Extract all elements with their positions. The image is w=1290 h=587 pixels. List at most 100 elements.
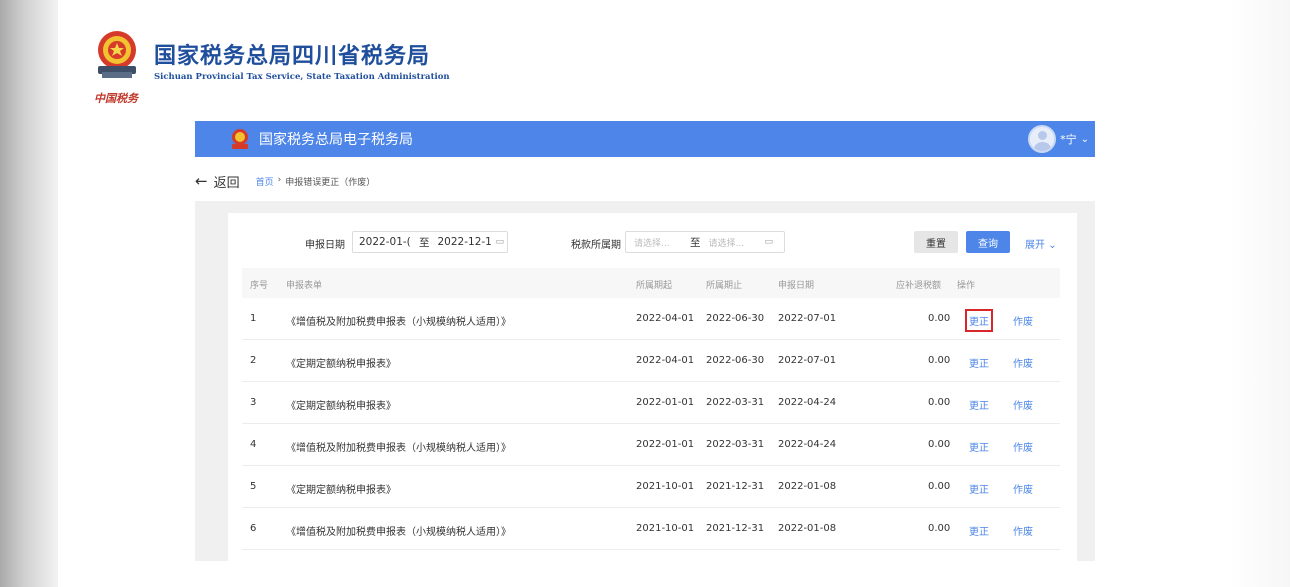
period-label: 税款所属期	[571, 240, 621, 251]
void-link[interactable]: 作废	[1013, 439, 1033, 454]
row-amount: 0.00	[928, 397, 951, 408]
table-row: 1 《增值税及附加税费申报表（小规模纳税人适用）》 2022-04-01 2022-0…	[242, 298, 1060, 340]
query-button[interactable]: 查询	[966, 231, 1010, 253]
row-period-end: 2022-03-31	[706, 439, 765, 450]
app-title: 国家税务总局电子税务局	[259, 132, 413, 148]
content-panel: 申报日期 2022-01-( 至 2022-12-1 ▭ 税款所属期 请选择..…	[228, 213, 1077, 561]
row-period-end: 2021-12-31	[706, 523, 765, 534]
user-menu[interactable]: *宁 ⌄	[1028, 125, 1089, 153]
table-header: 序号 申报表单 所属期起 所属期止 申报日期 应补退税额 操作	[242, 268, 1060, 298]
row-form-name: 《定期定额纳税申报表》	[286, 359, 396, 370]
void-link[interactable]: 作废	[1013, 481, 1033, 496]
row-form-name: 《定期定额纳税申报表》	[286, 485, 396, 496]
app-topbar: 国家税务总局电子税务局 *宁 ⌄	[195, 121, 1095, 157]
chevron-down-icon[interactable]: ⌄	[1048, 240, 1056, 251]
table-row: 3 《定期定额纳税申报表》 2022-01-01 2022-03-31 2022-04-…	[242, 382, 1060, 424]
row-index: 3	[250, 397, 257, 408]
void-link[interactable]: 作废	[1013, 523, 1033, 538]
breadcrumb: 首页 › 申报错误更正（作废）	[256, 175, 376, 188]
period-range-separator: 至	[690, 236, 701, 249]
row-amount: 0.00	[928, 523, 951, 534]
row-period-start: 2022-04-01	[636, 313, 695, 324]
row-period-start: 2022-01-01	[636, 439, 695, 450]
void-link[interactable]: 作废	[1013, 313, 1033, 328]
row-period-start: 2021-10-01	[636, 523, 695, 534]
back-label[interactable]: 返回	[214, 172, 240, 191]
header-declare-date: 申报日期	[778, 281, 815, 291]
back-button[interactable]: ← 返回	[195, 172, 240, 191]
row-period-end: 2022-06-30	[706, 355, 765, 366]
avatar[interactable]	[1028, 125, 1057, 153]
row-period-start: 2022-04-01	[636, 355, 695, 366]
row-period-start: 2021-10-01	[636, 481, 695, 492]
row-period-end: 2022-03-31	[706, 397, 765, 408]
row-declare-date: 2022-01-08	[778, 523, 837, 534]
table-row: 6 《增值税及附加税费申报表（小规模纳税人适用）》 2021-10-01 2021-1…	[242, 508, 1060, 550]
row-period-end: 2021-12-31	[706, 481, 765, 492]
date-to-value[interactable]: 2022-12-1	[438, 236, 492, 248]
expand-label[interactable]: 展开	[1025, 240, 1045, 251]
header-index: 序号	[250, 281, 269, 291]
row-index: 2	[250, 355, 257, 366]
table-row: 2 《定期定额纳税申报表》 2022-04-01 2022-06-30 2022-07-…	[242, 340, 1060, 382]
row-declare-date: 2022-07-01	[778, 355, 837, 366]
correct-link[interactable]: 更正	[965, 309, 993, 332]
row-index: 5	[250, 481, 257, 492]
breadcrumb-current: 申报错误更正（作废）	[285, 177, 376, 188]
tax-emblem-icon	[98, 31, 136, 78]
declare-date-range[interactable]: 2022-01-( 至 2022-12-1 ▭	[352, 231, 508, 253]
chevron-down-icon[interactable]: ⌄	[1081, 134, 1089, 145]
reset-button[interactable]: 重置	[914, 231, 958, 253]
user-name[interactable]: *宁	[1060, 131, 1077, 147]
header-actions: 操作	[957, 281, 976, 291]
row-declare-date: 2022-01-08	[778, 481, 837, 492]
header-form: 申报表单	[286, 281, 323, 291]
row-form-name: 《增值税及附加税费申报表（小规模纳税人适用）》	[286, 443, 511, 454]
row-amount: 0.00	[928, 313, 951, 324]
row-form-name: 《增值税及附加税费申报表（小规模纳税人适用）》	[286, 527, 511, 538]
row-form-name: 《定期定额纳税申报表》	[286, 401, 396, 412]
photo-edge-right	[1230, 0, 1290, 587]
void-link[interactable]: 作废	[1013, 355, 1033, 370]
declare-date-label: 申报日期	[305, 240, 345, 251]
expand-toggle[interactable]: 展开 ⌄	[1025, 236, 1057, 251]
void-link[interactable]: 作废	[1013, 397, 1033, 412]
row-index: 4	[250, 439, 257, 450]
correct-link[interactable]: 更正	[969, 355, 989, 370]
table-row: 4 《增值税及附加税费申报表（小规模纳税人适用）》 2022-01-01 2022-0…	[242, 424, 1060, 466]
back-arrow-icon[interactable]: ←	[195, 172, 208, 190]
photo-edge-left	[0, 0, 58, 587]
breadcrumb-home[interactable]: 首页	[256, 175, 274, 188]
header-period-end: 所属期止	[706, 281, 743, 291]
nav-row: ← 返回 首页 › 申报错误更正（作废）	[195, 171, 375, 191]
row-index: 1	[250, 313, 257, 324]
e-tax-app: 国家税务总局电子税务局 *宁 ⌄ ← 返回 首页 › 申报错误更正（作废） 申报…	[195, 121, 1095, 561]
period-to-input[interactable]: 请选择...	[709, 236, 755, 249]
row-period-start: 2022-01-01	[636, 397, 695, 408]
period-range[interactable]: 请选择... 至 请选择... ▭	[625, 231, 785, 253]
breadcrumb-separator: ›	[277, 174, 282, 185]
date-from-value[interactable]: 2022-01-(	[359, 236, 416, 248]
period-from-input[interactable]: 请选择...	[634, 236, 684, 249]
row-declare-date: 2022-04-24	[778, 439, 837, 450]
table-row: 5 《定期定额纳税申报表》 2021-10-01 2021-12-31 2022-01-…	[242, 466, 1060, 508]
brand-title-en: Sichuan Provincial Tax Service, State Ta…	[154, 72, 450, 82]
screenshot-stage: 国家税务总局四川省税务局 Sichuan Provincial Tax Serv…	[0, 0, 1290, 587]
calendar-icon[interactable]: ▭	[765, 237, 774, 247]
row-period-end: 2022-06-30	[706, 313, 765, 324]
calendar-icon[interactable]: ▭	[496, 237, 505, 247]
row-amount: 0.00	[928, 439, 951, 450]
range-separator: 至	[419, 236, 430, 249]
row-declare-date: 2022-04-24	[778, 397, 837, 408]
correct-link[interactable]: 更正	[969, 481, 989, 496]
correct-link[interactable]: 更正	[969, 397, 989, 412]
correct-link[interactable]: 更正	[969, 523, 989, 538]
correct-link[interactable]: 更正	[969, 439, 989, 454]
row-index: 6	[250, 523, 257, 534]
filter-bar: 申报日期 2022-01-( 至 2022-12-1 ▭ 税款所属期 请选择..…	[228, 231, 1077, 253]
tax-logo-icon	[232, 129, 248, 149]
brand-title-cn: 国家税务总局四川省税务局	[154, 44, 431, 69]
header-amount: 应补退税额	[896, 281, 942, 291]
row-form-name: 《增值税及附加税费申报表（小规模纳税人适用）》	[286, 317, 511, 328]
row-amount: 0.00	[928, 355, 951, 366]
